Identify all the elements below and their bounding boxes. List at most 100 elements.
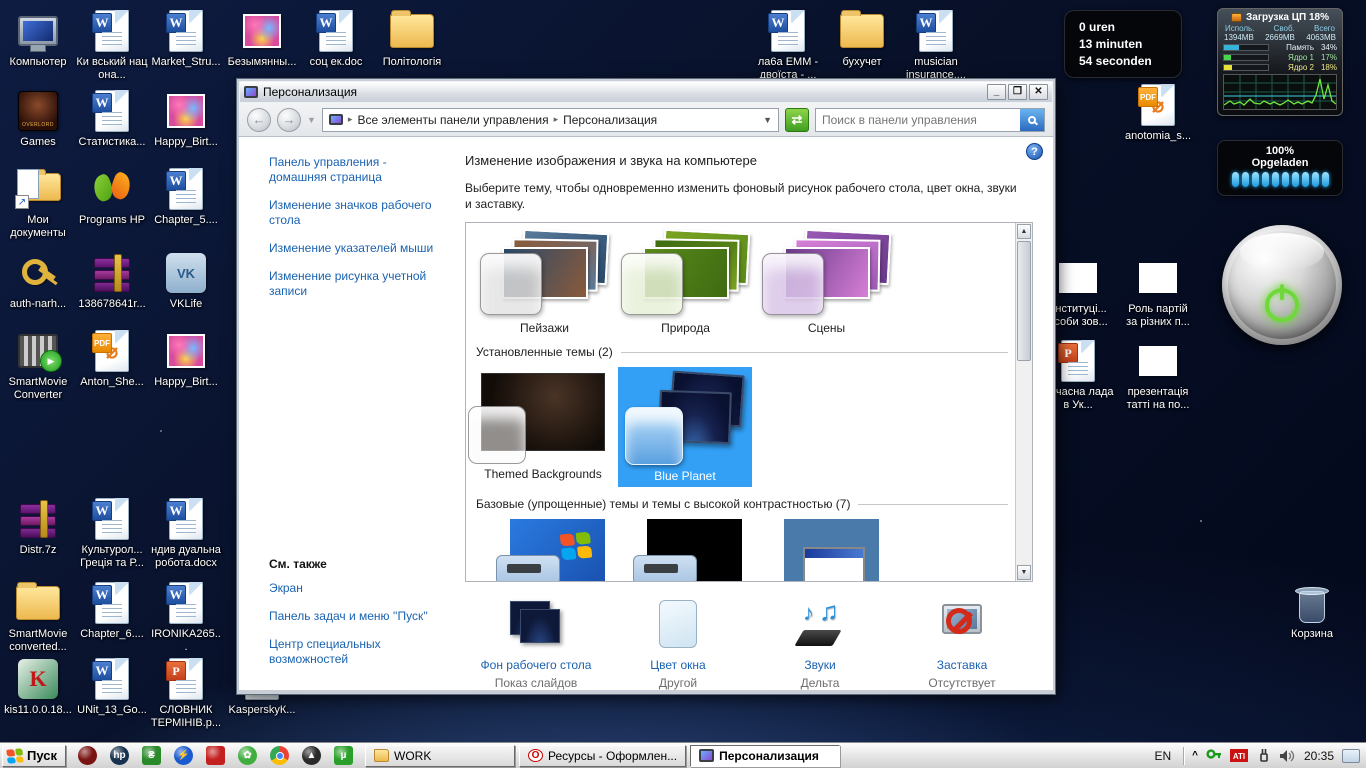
setting-link[interactable]: Звуки xyxy=(749,658,891,672)
desktop-icon[interactable]: Wсоц ек.doc xyxy=(300,8,372,69)
desktop-icon[interactable]: WСтатистика... xyxy=(76,88,148,149)
language-indicator[interactable]: EN xyxy=(1150,749,1175,763)
desktop-icon[interactable]: Games xyxy=(2,88,74,149)
minimize-button[interactable]: _ xyxy=(987,84,1006,100)
scroll-up-icon[interactable]: ▲ xyxy=(1017,224,1031,239)
desktop-icon[interactable]: бухучет xyxy=(826,8,898,69)
cash-register-app-icon[interactable]: ₴ xyxy=(142,746,161,765)
taskbar-task-folder[interactable]: WORK xyxy=(365,745,515,767)
desktop-icon[interactable]: auth-narh... xyxy=(2,250,74,311)
sidebar-link-1[interactable]: Изменение значков рабочего стола xyxy=(269,198,447,228)
desktop-icon[interactable]: Programs HP xyxy=(76,166,148,227)
desktop-icon[interactable]: WChapter_6.... xyxy=(76,580,148,641)
desktop-icon[interactable]: Роль партій за різних п... xyxy=(1122,255,1194,329)
installed-theme-item[interactable]: Themed Backgrounds xyxy=(476,367,610,485)
timer-gadget[interactable]: 0 uren 13 minuten 54 seconden xyxy=(1064,10,1182,78)
desktop-icon[interactable]: WChapter_5.... xyxy=(150,166,222,227)
utorrent-icon[interactable]: µ xyxy=(334,746,353,765)
daemon-tools-icon[interactable]: ▲ xyxy=(302,746,321,765)
aero-theme-item[interactable]: Природа xyxy=(617,231,754,335)
desktop-icon[interactable]: Політологія xyxy=(376,8,448,69)
desktop-icon[interactable]: Kkis11.0.0.18... xyxy=(2,656,74,717)
setting-item[interactable]: ♪♫ЗвукиДельта xyxy=(749,596,891,690)
desktop-icon[interactable]: WКи вський нац она... xyxy=(76,8,148,82)
desktop-icon[interactable]: WMarket_Stru... xyxy=(150,8,222,69)
setting-link[interactable]: Заставка xyxy=(891,658,1033,672)
plug-icon[interactable] xyxy=(1256,748,1271,763)
breadcrumb-root[interactable]: Все элементы панели управления xyxy=(357,113,548,127)
installed-theme-item[interactable]: Blue Planet xyxy=(618,367,752,487)
back-button[interactable]: ← xyxy=(247,108,271,132)
setting-item[interactable]: Цвет окнаДругой xyxy=(607,596,749,690)
desktop-icon[interactable]: PDF⌀anotomia_s... xyxy=(1122,82,1194,143)
maximize-button[interactable]: ❐ xyxy=(1008,84,1027,100)
cpu-meter-gadget[interactable]: Загрузка ЦП 18% Исполь.Своб.Всего 1394MB… xyxy=(1217,8,1343,116)
title-bar[interactable]: Персонализация _ ❐ ✕ xyxy=(239,81,1053,103)
search-box[interactable] xyxy=(815,108,1045,132)
sidebar-link-3[interactable]: Изменение рисунка учетной записи xyxy=(269,269,447,299)
basic-theme-classic[interactable] xyxy=(784,519,879,581)
search-input[interactable] xyxy=(816,113,1020,127)
desktop-icon[interactable]: Wла6а EMM - двоїста - ... xyxy=(752,8,824,82)
ati-icon[interactable]: ATI xyxy=(1230,749,1248,762)
desktop-icon[interactable]: VKVKLife xyxy=(150,250,222,311)
start-button[interactable]: Пуск xyxy=(2,745,66,767)
volume-icon[interactable] xyxy=(1279,749,1296,763)
desktop-icon[interactable]: Happy_Birt... xyxy=(150,88,222,149)
search-button[interactable] xyxy=(1020,109,1044,131)
desktop-icon[interactable]: 138678641r... xyxy=(76,250,148,311)
clock[interactable]: 20:35 xyxy=(1304,749,1334,763)
help-icon[interactable]: ? xyxy=(1026,143,1043,160)
breadcrumb-dropdown-icon[interactable]: ▼ xyxy=(763,115,772,125)
battery-gadget[interactable]: 100% Opgeladen xyxy=(1217,140,1343,196)
desktop-icon[interactable]: Компьютер xyxy=(2,8,74,69)
sidebar-link-0[interactable]: Панель управления - домашняя страница xyxy=(269,155,447,185)
close-button[interactable]: ✕ xyxy=(1029,84,1048,100)
desktop-icon[interactable]: Happy_Birt... xyxy=(150,328,222,389)
power-button-gadget[interactable] xyxy=(1222,225,1342,345)
chrome-icon[interactable] xyxy=(270,746,289,765)
see-also-link-1[interactable]: Панель задач и меню ''Пуск'' xyxy=(269,609,447,624)
taskbar-task-personalization[interactable]: Персонализация xyxy=(690,745,840,767)
aero-theme-item[interactable]: Сцены xyxy=(758,231,895,335)
setting-item[interactable]: Фон рабочего столаПоказ слайдов xyxy=(465,596,607,690)
desktop-icon[interactable]: WUNit_13_Go... xyxy=(76,656,148,717)
desktop-icon[interactable]: Корзина xyxy=(1276,580,1348,641)
hp-icon[interactable]: hp xyxy=(110,746,129,765)
desktop-icon[interactable]: Безымянны... xyxy=(226,8,298,69)
kaspersky-key-icon[interactable] xyxy=(1206,748,1222,764)
basic-theme-black[interactable] xyxy=(647,519,742,581)
setting-link[interactable]: Фон рабочего стола xyxy=(465,658,607,672)
desktop-icon[interactable]: Wmusician insurance.... xyxy=(900,8,972,82)
red-sphere-app-icon[interactable] xyxy=(78,746,97,765)
desktop-icon[interactable]: WIRONIKA265... xyxy=(150,580,222,654)
forward-button[interactable]: → xyxy=(277,108,301,132)
scroll-down-icon[interactable]: ▼ xyxy=(1017,565,1031,580)
see-also-link-2[interactable]: Центр специальных возможностей xyxy=(269,637,447,667)
desktop-icon[interactable]: PСЛОВНИК ТЕРМІНІВ.р... xyxy=(150,656,222,730)
desktop-icon[interactable]: ↗Мои документы xyxy=(2,166,74,240)
blue-lightning-app-icon[interactable]: ⚡ xyxy=(174,746,193,765)
desktop-icon[interactable]: PDF⌀Anton_She... xyxy=(76,328,148,389)
desktop-icon[interactable]: презентація татті на по... xyxy=(1122,338,1194,412)
setting-item[interactable]: ЗаставкаОтсутствует xyxy=(891,596,1033,690)
desktop-icon[interactable]: Wндив дуальна робота.docx xyxy=(150,496,222,570)
desktop-icon[interactable]: SmartMovie Converter xyxy=(2,328,74,402)
icq-flower-icon[interactable]: ✿ xyxy=(238,746,257,765)
chevron-up-icon[interactable]: ^ xyxy=(1192,750,1198,761)
desktop-icon[interactable]: Distr.7z xyxy=(2,496,74,557)
breadcrumb[interactable]: ▸ Все элементы панели управления ▸ Персо… xyxy=(322,108,779,132)
basic-theme-windows7[interactable] xyxy=(510,519,605,581)
sidebar-link-2[interactable]: Изменение указателей мыши xyxy=(269,241,447,256)
desktop-icon[interactable]: WКультурол... Греція та Р... xyxy=(76,496,148,570)
lingvo-book-icon[interactable] xyxy=(206,746,225,765)
desktop-icon[interactable]: SmartMovie converted... xyxy=(2,580,74,654)
recent-pages-chevron[interactable]: ▼ xyxy=(307,115,316,125)
theme-list-scrollbar[interactable]: ▲ ▼ xyxy=(1015,223,1032,581)
aero-theme-item[interactable]: Пейзажи xyxy=(476,231,613,335)
setting-link[interactable]: Цвет окна xyxy=(607,658,749,672)
breadcrumb-current[interactable]: Персонализация xyxy=(563,113,657,127)
scrollbar-thumb[interactable] xyxy=(1017,241,1031,361)
show-desktop-button[interactable] xyxy=(1342,749,1360,763)
taskbar-task-opera[interactable]: OРесурсы - Оформлен... xyxy=(519,745,686,767)
